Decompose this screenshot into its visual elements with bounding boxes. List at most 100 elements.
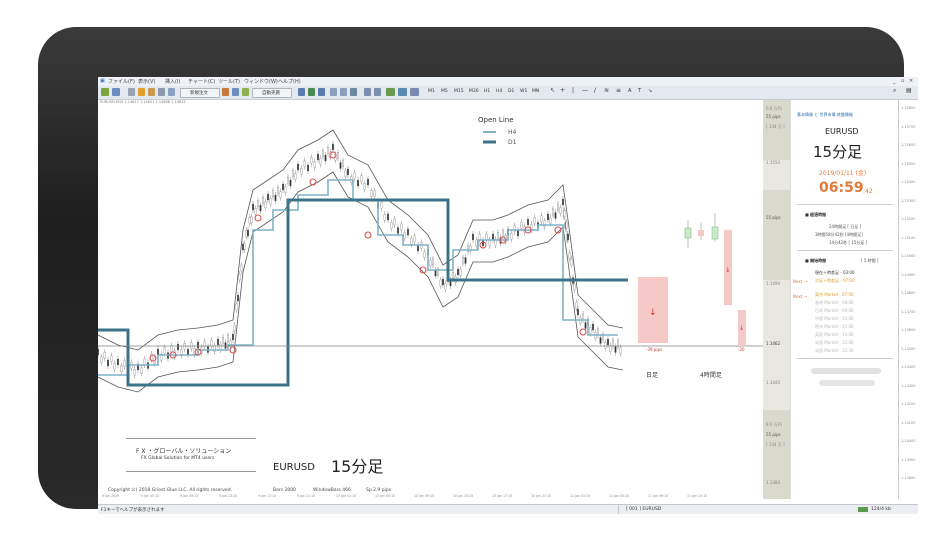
signals-icon[interactable] <box>242 88 249 96</box>
navigator-icon[interactable] <box>148 88 155 96</box>
tf-m30[interactable]: M30 <box>469 89 479 94</box>
candle-body <box>482 239 484 247</box>
window-minimize-icon[interactable]: _ <box>893 78 896 84</box>
tf-d1[interactable]: D1 <box>508 89 514 94</box>
candle-body <box>177 343 179 351</box>
text-tool-icon[interactable]: A <box>628 88 631 94</box>
vertical-line-icon[interactable]: | <box>572 87 574 94</box>
candle-body <box>559 207 562 214</box>
menu-view[interactable]: 表示(V) <box>138 78 155 85</box>
candle-body <box>113 363 116 370</box>
app-icon: ▣ <box>100 78 105 84</box>
candle-body <box>232 333 234 341</box>
menu-insert[interactable]: 挿入(I) <box>165 78 180 85</box>
brand-box: F X ・グローバル・ソリューション FX Global Solution fo… <box>106 438 256 480</box>
new-order-button[interactable]: 新規注文 <box>180 88 220 98</box>
chart-area[interactable]: EURUSD,M15 1.14617 1.14621 1.14608 1.146… <box>98 100 790 499</box>
market-watch-icon[interactable] <box>128 88 135 96</box>
right-axis-tick: 1.14400 <box>901 365 916 369</box>
bar-chart-icon[interactable] <box>298 88 305 96</box>
tf-w1[interactable]: W1 <box>520 89 527 94</box>
candle-body <box>573 283 576 291</box>
tf-m1[interactable]: M1 <box>428 89 435 94</box>
templates-icon[interactable] <box>410 88 419 96</box>
candle-body <box>110 355 113 362</box>
candle-body <box>297 163 299 171</box>
time-label: 11 Jan 01:15 <box>570 494 590 498</box>
crosshair-icon[interactable]: + <box>560 87 565 94</box>
candle-body <box>233 324 236 332</box>
chat-icon[interactable]: ▤ <box>906 87 912 94</box>
tf-h4[interactable]: H4 <box>496 89 502 94</box>
candle-body <box>250 216 253 223</box>
right-axis-tick: 1.14500 <box>901 346 916 351</box>
chart-shift-icon[interactable] <box>374 88 381 96</box>
time-label: 9 Jan 21:15 <box>297 494 315 498</box>
tf-h1[interactable]: H1 <box>484 89 490 94</box>
candle-body <box>140 367 143 374</box>
window-close-icon[interactable]: × <box>909 78 913 84</box>
tf-mn[interactable]: MN <box>532 89 539 94</box>
candle-body <box>264 201 267 208</box>
bars-count: Bars 2000 <box>273 487 296 493</box>
indicators-icon[interactable] <box>386 88 395 96</box>
menu-chart[interactable]: チャート(C) <box>188 78 215 85</box>
cursor-icon[interactable]: ↖ <box>550 87 555 94</box>
zoom-in-icon[interactable] <box>330 88 337 96</box>
line-chart-icon[interactable] <box>318 88 325 96</box>
start-row-6: 中国 Market - 10:00 <box>815 316 854 321</box>
menu-help[interactable]: ヘルプ(H) <box>278 78 301 85</box>
candle-body <box>383 214 386 221</box>
tile-windows-icon[interactable] <box>350 88 357 96</box>
candle-body <box>262 197 264 204</box>
periods-icon[interactable] <box>398 88 407 96</box>
time-label: 9 Jan 13:15 <box>219 494 237 498</box>
section-start: ■ 開始時間 <box>805 258 827 263</box>
new-chart-icon[interactable] <box>101 88 109 96</box>
candle-body <box>197 341 199 349</box>
menu-window[interactable]: ウィンドウ(W) <box>244 78 278 85</box>
h4-candle-3 <box>711 226 719 240</box>
pa-bot-pips: 55 pips <box>766 432 781 437</box>
candle-body <box>157 348 159 356</box>
zoom-out-icon[interactable] <box>340 88 347 96</box>
right-axis-tick: 1.14100 <box>901 420 916 425</box>
menu-file[interactable]: ファイル(F) <box>108 78 135 85</box>
tester-icon[interactable] <box>168 88 175 96</box>
right-axis-tick: 1.15400 <box>901 180 916 184</box>
candle-body <box>245 230 248 237</box>
menu-tools[interactable]: ツール(T) <box>218 78 240 85</box>
panel-links[interactable]: 基本情報 と 世界市場 終盤情報 <box>797 112 853 118</box>
panel-timeframe: 15分足 <box>813 143 863 161</box>
time-label: 10 Jan 17:15 <box>492 494 512 498</box>
candle-body <box>554 212 557 219</box>
auto-trade-button[interactable]: 自動売買 <box>252 88 292 98</box>
candle-chart-icon[interactable] <box>308 88 315 96</box>
channel-icon[interactable]: ≋ <box>604 87 609 94</box>
tf-m5[interactable]: M5 <box>441 89 448 94</box>
tf-m15[interactable]: M15 <box>454 89 464 94</box>
profiles-icon[interactable] <box>112 88 120 96</box>
time-label: 11 Jan 13:15 <box>687 494 707 498</box>
candle-body <box>444 283 447 290</box>
metaeditor-icon[interactable] <box>222 88 229 96</box>
trendline-icon[interactable]: / <box>594 87 596 94</box>
window-restore-icon[interactable]: ▫ <box>901 78 904 84</box>
horizontal-line-icon[interactable]: — <box>582 87 588 94</box>
pa-price-2: 1.1490 <box>766 281 780 286</box>
fibonacci-icon[interactable]: ≡ <box>616 87 621 94</box>
autoscroll-icon[interactable] <box>364 88 371 96</box>
terminal-icon[interactable] <box>158 88 165 96</box>
blurred-info-2 <box>819 380 875 386</box>
section-elapsed: ■ 経過時間 <box>805 212 827 217</box>
print-icon[interactable] <box>232 88 239 96</box>
arrows-icon[interactable]: ↘ <box>648 88 652 94</box>
candle-body <box>163 347 166 354</box>
candle-body <box>417 244 419 252</box>
candle-body <box>387 213 389 221</box>
candle-body <box>619 347 622 354</box>
search-icon[interactable]: ⌕ <box>893 87 896 95</box>
label-tool-icon[interactable]: T <box>638 88 641 94</box>
start-row-8: 英国 Market - 16:00 <box>815 332 854 337</box>
data-window-icon[interactable] <box>138 88 145 96</box>
